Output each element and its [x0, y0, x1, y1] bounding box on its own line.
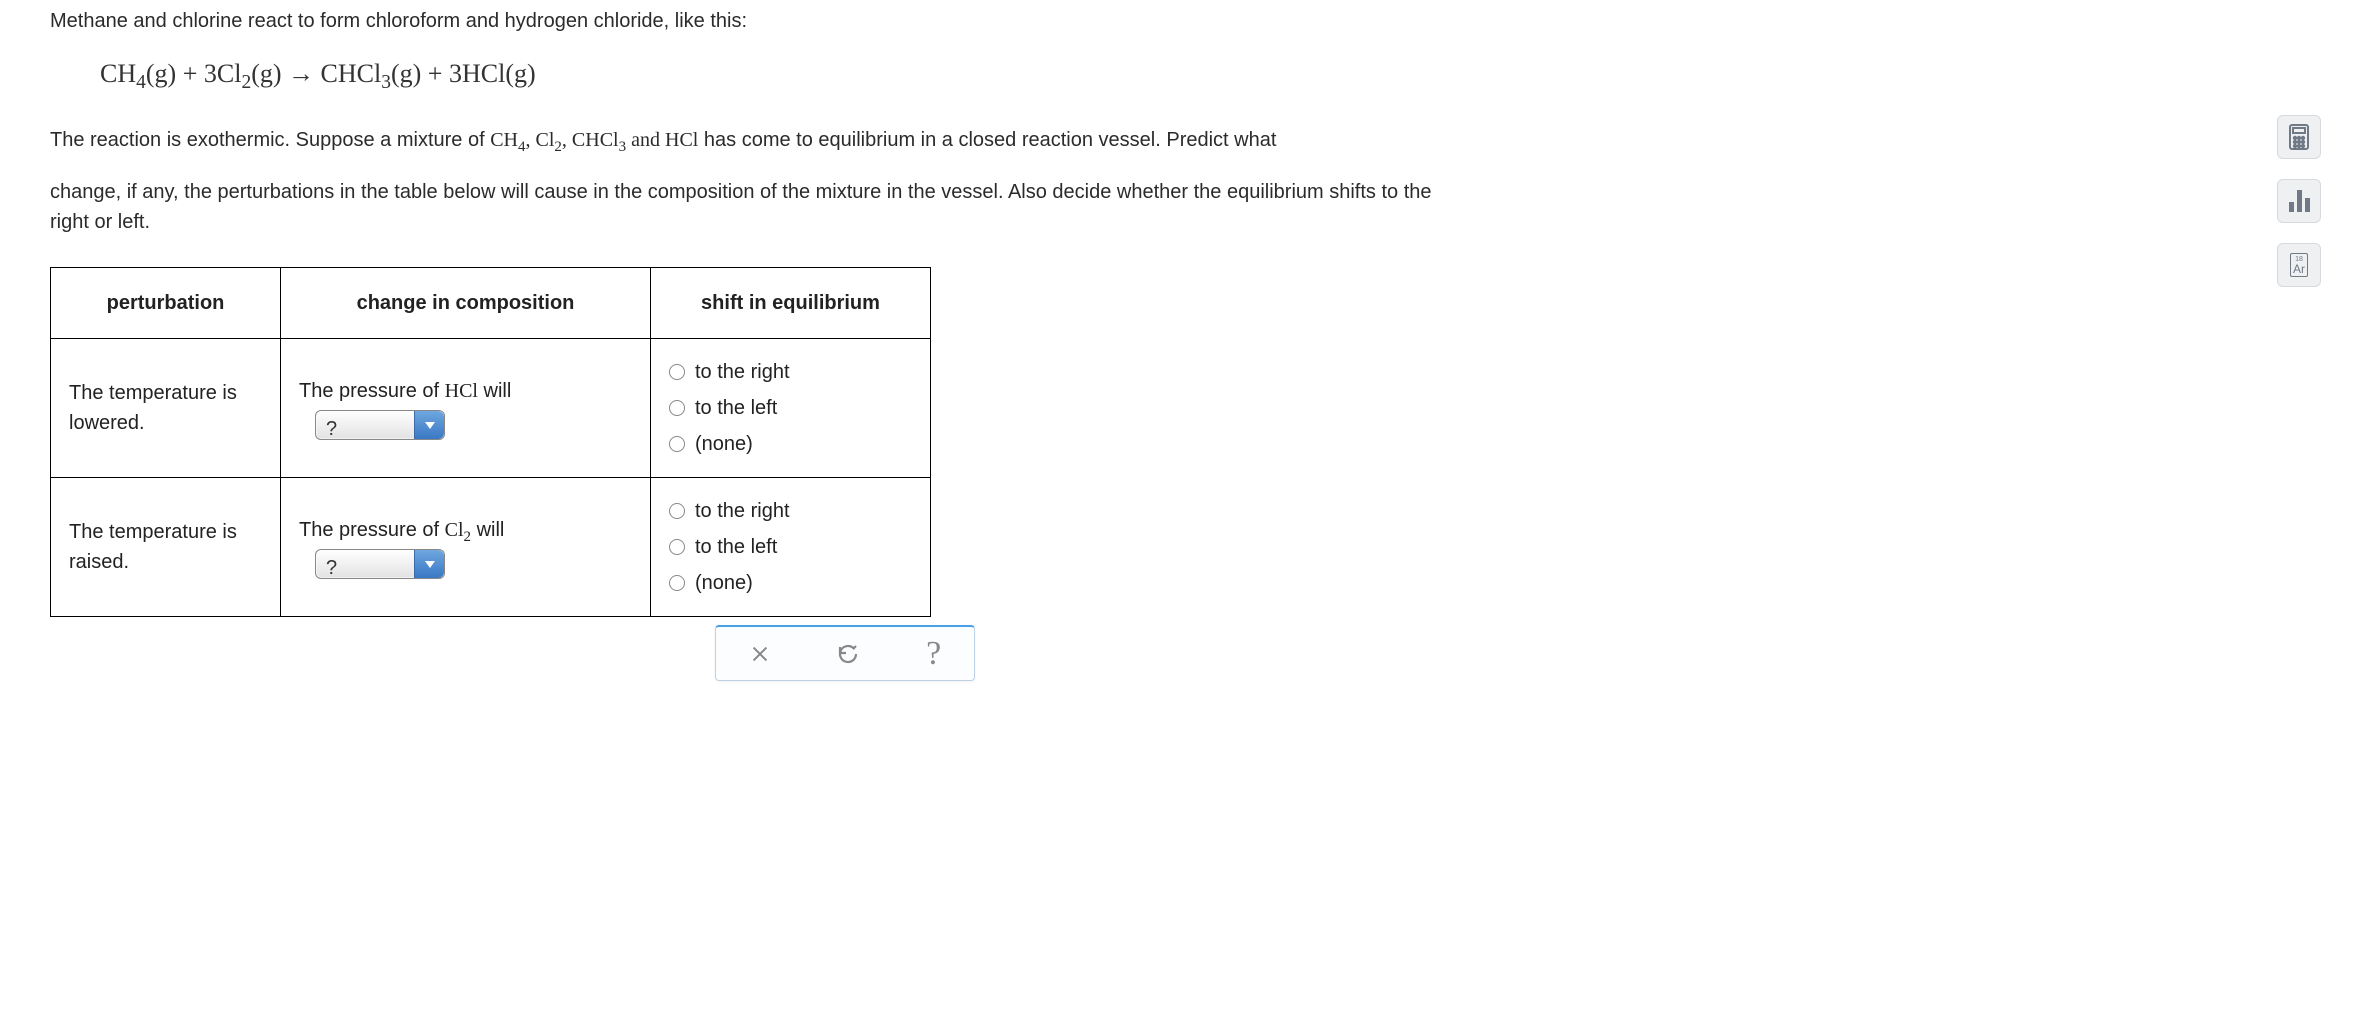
radio-option[interactable]: (none) [669, 568, 912, 598]
chevron-down-icon [414, 550, 444, 578]
help-button[interactable]: ? [926, 637, 941, 671]
bar-chart-button[interactable] [2277, 179, 2321, 223]
chemical-equation: CH4(g) + 3Cl2(g) → CHCl3(g) + 3HCl(g) [100, 54, 1450, 97]
clear-button[interactable] [749, 643, 771, 665]
periodic-table-button[interactable]: 18 Ar [2277, 243, 2321, 287]
reset-button[interactable] [836, 642, 860, 666]
perturbation-cell: The temperature is raised. [51, 477, 281, 616]
radio-icon [669, 539, 685, 555]
table-row: The temperature is lowered. The pressure… [51, 338, 931, 477]
perturbation-cell: The temperature is lowered. [51, 338, 281, 477]
radio-icon [669, 400, 685, 416]
chevron-down-icon [414, 411, 444, 439]
paragraph-line-1: The reaction is exothermic. Suppose a mi… [50, 125, 1450, 159]
calculator-button[interactable] [2277, 115, 2321, 159]
radio-option[interactable]: (none) [669, 429, 912, 459]
header-shift: shift in equilibrium [651, 267, 931, 338]
shift-cell: to the right to the left (none) [651, 477, 931, 616]
perturbation-table: perturbation change in composition shift… [50, 267, 931, 617]
table-row: The temperature is raised. The pressure … [51, 477, 931, 616]
radio-icon [669, 503, 685, 519]
change-cell: The pressure of HCl will ? [281, 338, 651, 477]
intro-text: Methane and chlorine react to form chlor… [50, 6, 1450, 36]
paragraph-line-2: change, if any, the perturbations in the… [50, 177, 1450, 237]
pressure-dropdown[interactable]: ? [315, 410, 445, 440]
shift-cell: to the right to the left (none) [651, 338, 931, 477]
element-tile-icon: 18 Ar [2290, 253, 2308, 277]
tool-rail: 18 Ar [2273, 115, 2325, 287]
radio-option[interactable]: to the right [669, 357, 912, 387]
radio-icon [669, 575, 685, 591]
radio-icon [669, 364, 685, 380]
change-cell: The pressure of Cl2 will ? [281, 477, 651, 616]
radio-icon [669, 436, 685, 452]
radio-option[interactable]: to the right [669, 496, 912, 526]
action-bar: ? [715, 625, 975, 681]
radio-option[interactable]: to the left [669, 393, 912, 423]
header-perturbation: perturbation [51, 267, 281, 338]
header-change: change in composition [281, 267, 651, 338]
calculator-icon [2288, 124, 2310, 150]
pressure-dropdown[interactable]: ? [315, 549, 445, 579]
bar-chart-icon [2289, 190, 2310, 212]
radio-option[interactable]: to the left [669, 532, 912, 562]
